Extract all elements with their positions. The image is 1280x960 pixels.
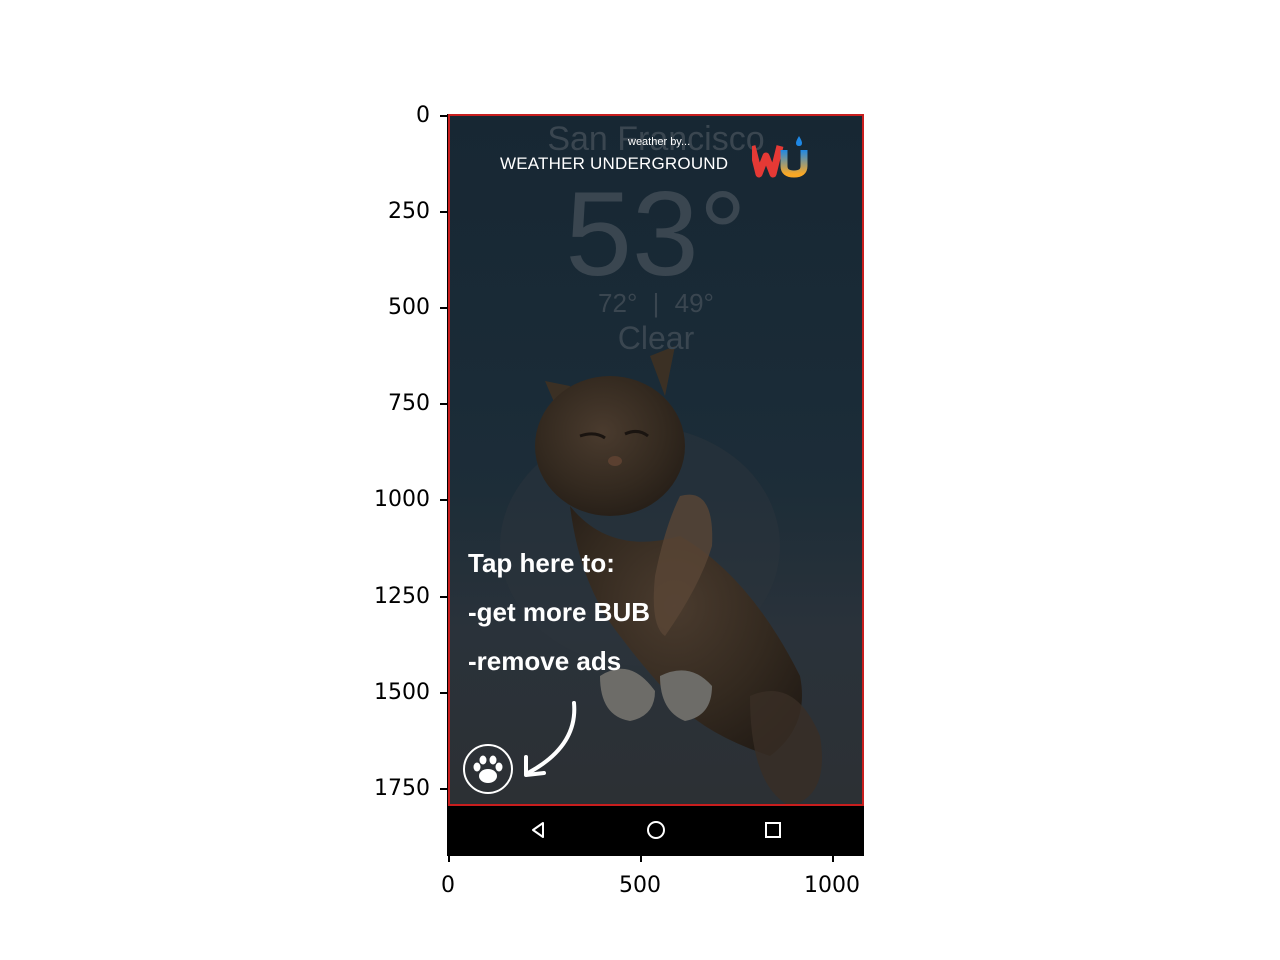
promo-line: Tap here to:	[468, 548, 615, 578]
brand-name: WEATHER UNDERGROUND	[500, 154, 729, 173]
x-tick-label: 1000	[804, 873, 860, 898]
x-tick	[832, 855, 834, 862]
y-tick-label: 750	[388, 391, 430, 416]
y-tick-label: 0	[416, 103, 430, 128]
x-tick	[640, 855, 642, 862]
current-temperature: 53°	[565, 167, 747, 301]
y-tick-label: 500	[388, 295, 430, 320]
android-nav-bar	[448, 806, 864, 854]
y-tick	[440, 403, 447, 405]
low-temp: 49°	[674, 288, 714, 318]
y-tick-label: 1250	[374, 584, 430, 609]
y-tick	[440, 499, 447, 501]
y-tick-label: 250	[388, 199, 430, 224]
y-tick-label: 1750	[374, 776, 430, 801]
x-tick	[448, 855, 450, 862]
y-tick-label: 1000	[374, 487, 430, 512]
y-tick	[440, 115, 447, 117]
promo-message: Tap here to: -get more BUB -remove ads	[468, 546, 650, 693]
wunderground-logo-icon	[752, 136, 808, 178]
y-tick-label: 1500	[374, 680, 430, 705]
promo-line: -remove ads	[468, 646, 622, 676]
recents-button[interactable]	[757, 814, 789, 846]
curved-arrow-icon	[524, 701, 577, 777]
high-temp: 72°	[598, 288, 638, 318]
back-button[interactable]	[522, 814, 554, 846]
app-content-area[interactable]: San Francisco 53° 72° | 49° Clear weathe…	[448, 114, 864, 806]
phone-screen: San Francisco 53° 72° | 49° Clear weathe…	[448, 114, 864, 854]
brand-tagline: weather by...	[628, 136, 691, 148]
home-button[interactable]	[640, 814, 672, 846]
high-low: 72° | 49°	[450, 288, 862, 319]
y-tick	[440, 596, 447, 598]
paw-menu-button[interactable]	[463, 744, 513, 794]
back-triangle-icon	[532, 822, 544, 838]
weather-condition: Clear	[617, 320, 695, 356]
x-tick-label: 0	[441, 873, 455, 898]
high-low-separator: |	[652, 288, 660, 318]
x-axis-spine	[447, 854, 864, 856]
paw-icon	[473, 755, 503, 783]
recents-square-icon	[765, 822, 781, 838]
x-tick-label: 500	[619, 873, 661, 898]
home-circle-icon	[647, 821, 665, 839]
y-tick	[440, 788, 447, 790]
promo-line: -get more BUB	[468, 597, 651, 627]
y-tick	[440, 692, 447, 694]
y-tick	[440, 211, 447, 213]
y-tick	[440, 307, 447, 309]
